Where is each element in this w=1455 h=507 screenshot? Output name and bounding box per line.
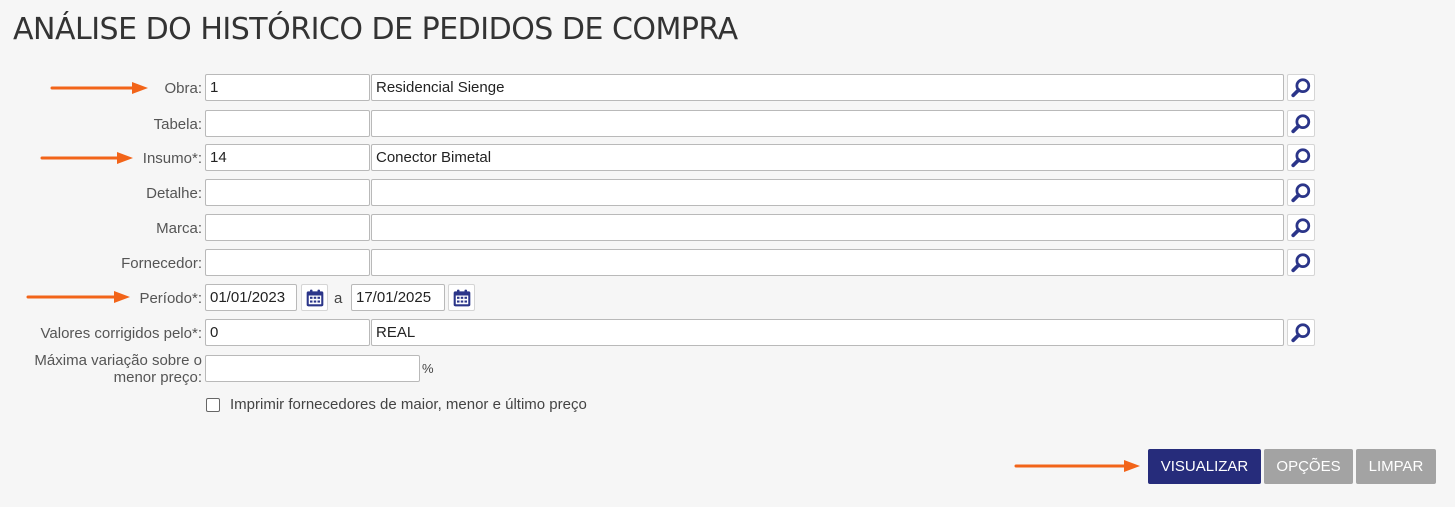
periodo-label: Período*: — [139, 290, 202, 307]
search-icon — [1290, 217, 1312, 239]
arrow-right-icon — [1014, 460, 1140, 472]
periodo-end-calendar-button[interactable] — [448, 284, 475, 311]
arrow-right-icon — [26, 291, 130, 303]
obra-code-input[interactable] — [205, 74, 370, 101]
marca-description-input[interactable] — [371, 214, 1284, 241]
tabela-description-input[interactable] — [371, 110, 1284, 137]
periodo-start-calendar-button[interactable] — [301, 284, 328, 311]
imprimir-fornecedores-checkbox[interactable] — [206, 398, 220, 412]
periodo-separator: a — [334, 290, 343, 307]
percent-unit: % — [422, 361, 434, 376]
variacao-label-line2: menor preço: — [113, 369, 202, 386]
detalhe-search-button[interactable] — [1287, 179, 1315, 206]
search-icon — [1290, 77, 1312, 99]
detalhe-label: Detalhe: — [146, 185, 202, 202]
fornecedor-code-input[interactable] — [205, 249, 370, 276]
detalhe-description-input[interactable] — [371, 179, 1284, 206]
periodo-end-input[interactable] — [351, 284, 445, 311]
variacao-label-line1: Máxima variação sobre o — [34, 352, 202, 369]
insumo-search-button[interactable] — [1287, 144, 1315, 171]
marca-label: Marca: — [156, 220, 202, 237]
search-icon — [1290, 113, 1312, 135]
fornecedor-description-input[interactable] — [371, 249, 1284, 276]
insumo-label: Insumo*: — [142, 150, 202, 167]
variacao-input[interactable] — [205, 355, 420, 382]
insumo-description-input[interactable] — [371, 144, 1284, 171]
obra-search-button[interactable] — [1287, 74, 1315, 101]
marca-search-button[interactable] — [1287, 214, 1315, 241]
detalhe-code-input[interactable] — [205, 179, 370, 206]
periodo-start-input[interactable] — [205, 284, 297, 311]
opcoes-button[interactable]: OPÇÕES — [1264, 449, 1353, 484]
calendar-icon — [305, 288, 325, 308]
valores-search-button[interactable] — [1287, 319, 1315, 346]
arrow-right-icon — [50, 82, 148, 94]
search-icon — [1290, 147, 1312, 169]
insumo-code-input[interactable] — [205, 144, 370, 171]
obra-label: Obra: — [164, 80, 202, 97]
tabela-search-button[interactable] — [1287, 110, 1315, 137]
calendar-icon — [452, 288, 472, 308]
tabela-code-input[interactable] — [205, 110, 370, 137]
valores-code-input[interactable] — [205, 319, 370, 346]
page-title: ANÁLISE DO HISTÓRICO DE PEDIDOS DE COMPR… — [13, 12, 738, 47]
fornecedor-search-button[interactable] — [1287, 249, 1315, 276]
imprimir-fornecedores-label[interactable]: Imprimir fornecedores de maior, menor e … — [230, 396, 587, 413]
variacao-label: Máxima variação sobre o menor preço: — [34, 352, 202, 386]
arrow-right-icon — [40, 152, 133, 164]
limpar-button[interactable]: LIMPAR — [1356, 449, 1436, 484]
search-icon — [1290, 252, 1312, 274]
search-icon — [1290, 322, 1312, 344]
obra-description-input[interactable] — [371, 74, 1284, 101]
fornecedor-label: Fornecedor: — [121, 255, 202, 272]
valores-label: Valores corrigidos pelo*: — [40, 325, 202, 342]
valores-description-input[interactable] — [371, 319, 1284, 346]
search-icon — [1290, 182, 1312, 204]
tabela-label: Tabela: — [153, 116, 202, 133]
visualizar-button[interactable]: VISUALIZAR — [1148, 449, 1261, 484]
marca-code-input[interactable] — [205, 214, 370, 241]
